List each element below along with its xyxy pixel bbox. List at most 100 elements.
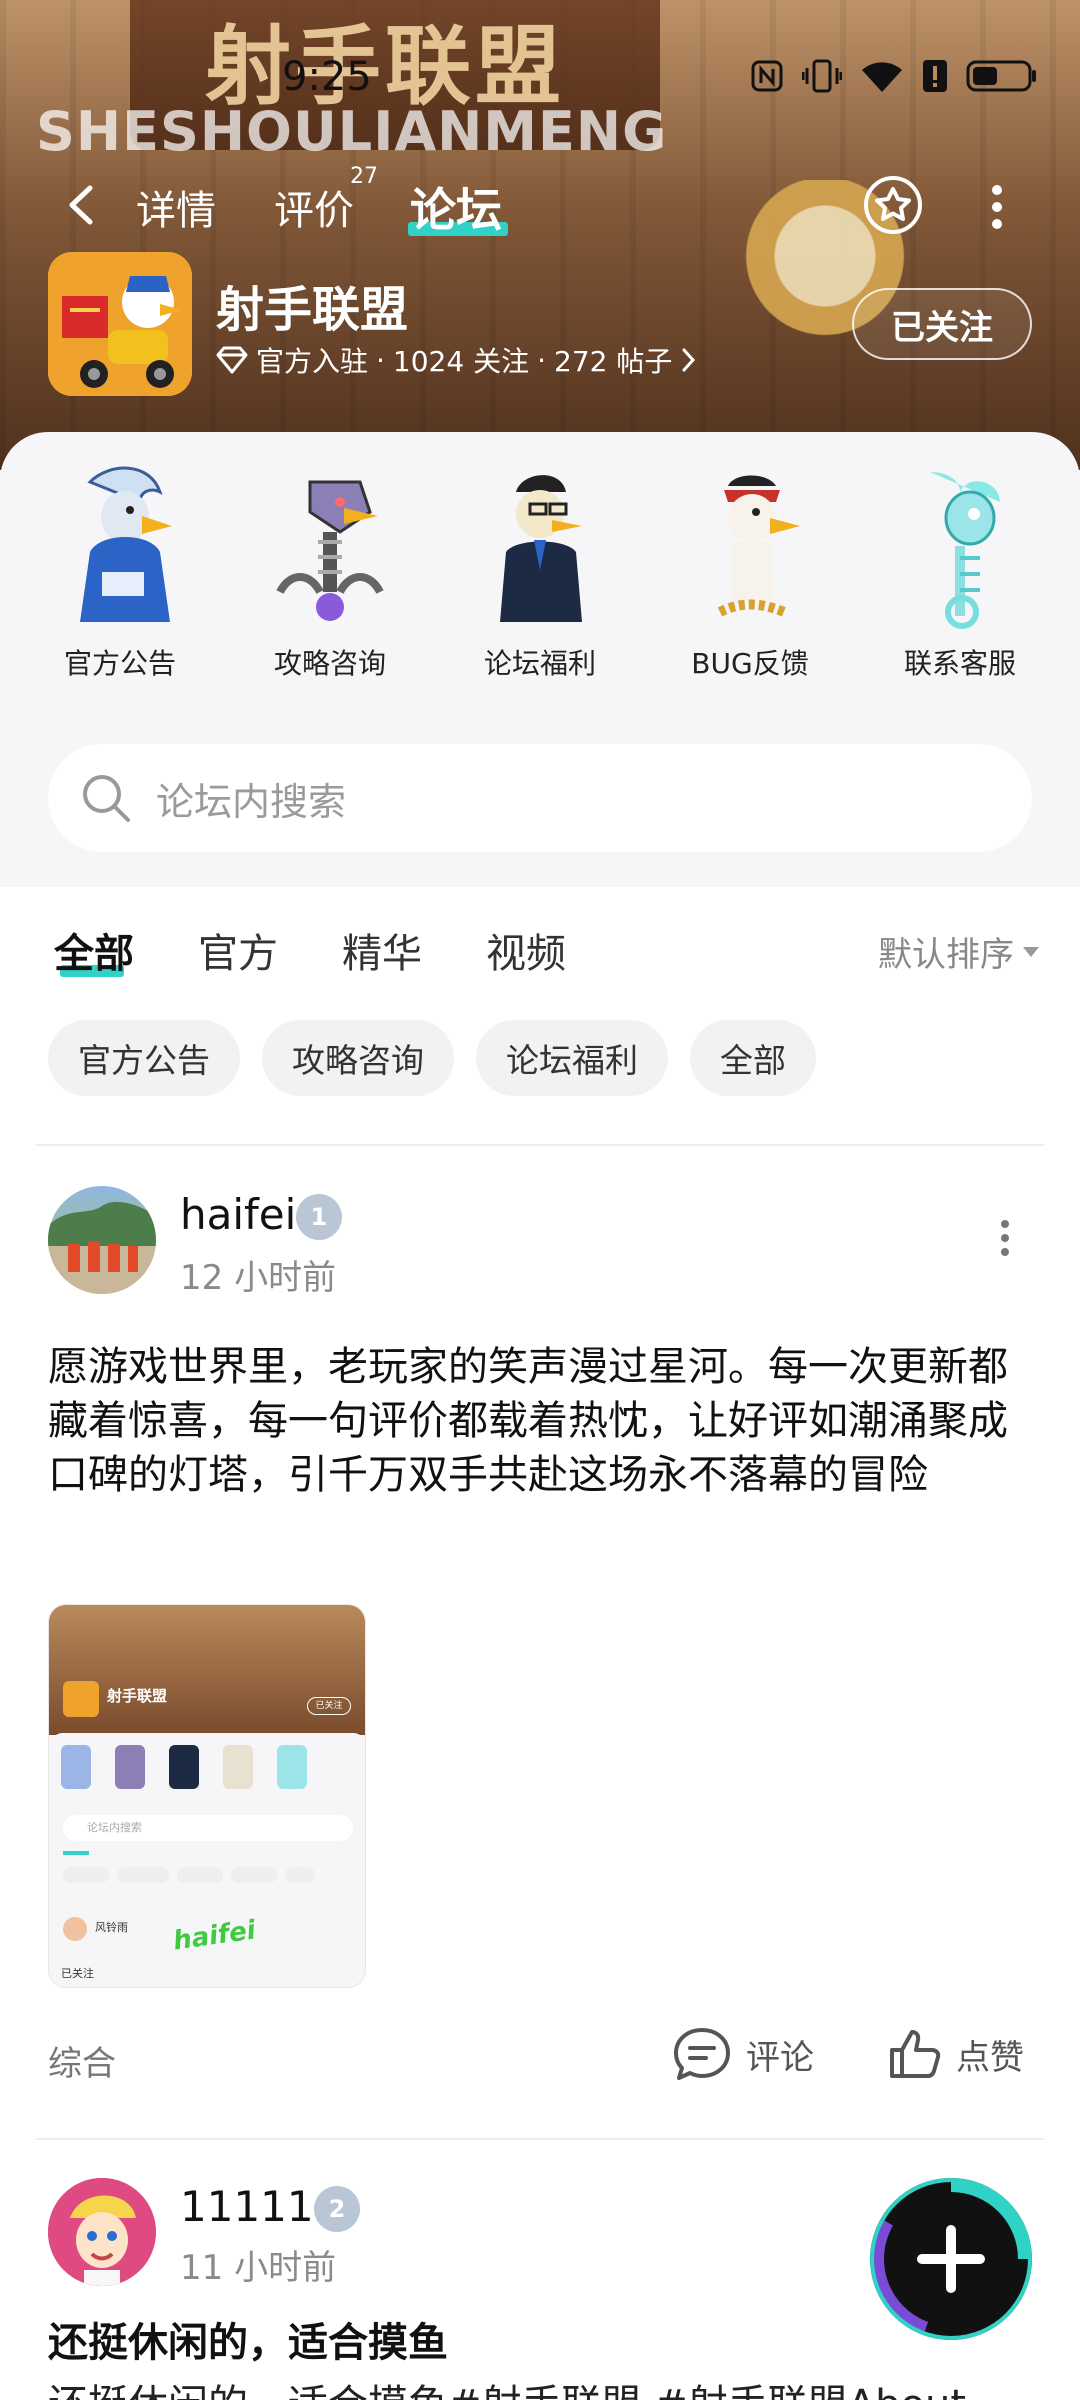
tab-details[interactable]: 详情 <box>136 178 216 236</box>
reviews-count-badge: 27 <box>350 164 378 189</box>
category-label: 攻略咨询 <box>273 647 386 680</box>
thumb-title: 射手联盟 <box>107 1687 168 1705</box>
status-time: 9:25 <box>282 54 372 100</box>
post-timestamp: 11 小时前 <box>180 2248 337 2288</box>
user-level-number: 2 <box>328 2195 346 2223</box>
category-row: 官方公告 攻略咨询 论坛福利 BUG反馈 联系客服 <box>0 462 1080 702</box>
user-level-badge: 1 <box>296 1194 342 1240</box>
back-button[interactable] <box>58 180 108 230</box>
category-label: 官方公告 <box>63 647 176 680</box>
like-label: 点赞 <box>956 2037 1024 2078</box>
tab-forum[interactable]: 论坛 <box>410 174 502 240</box>
more-vertical-icon <box>1001 1220 1009 1256</box>
forum-meta[interactable]: 官方入驻 · 1024 关注 · 272 帖子 <box>216 340 698 380</box>
category-bug-report[interactable]: BUG反馈 <box>660 462 840 682</box>
filter-tab-all[interactable]: 全部 <box>54 921 134 979</box>
chip-benefits[interactable]: 论坛福利 <box>476 1020 668 1096</box>
forum-title: 射手联盟 <box>216 282 409 338</box>
official-label: 官方入驻 <box>256 345 369 378</box>
category-label: BUG反馈 <box>691 647 809 680</box>
vibrate-icon <box>802 58 842 94</box>
divider <box>36 1144 1044 1146</box>
dot-separator: · <box>376 343 385 377</box>
chip-all[interactable]: 全部 <box>690 1020 816 1096</box>
sort-dropdown[interactable]: 默认排序 <box>878 927 1040 976</box>
post-author-name[interactable]: haifei <box>180 1190 296 1239</box>
divider <box>36 2138 1044 2140</box>
posts-count: 272 帖子 <box>554 345 673 378</box>
battery-icon <box>966 58 1038 94</box>
comment-button[interactable]: 评论 <box>672 2026 814 2082</box>
dot-separator: · <box>537 343 546 377</box>
status-bar: 9:25 <box>0 48 1080 108</box>
thumb-logo <box>63 1681 99 1717</box>
caret-down-icon <box>1023 946 1039 957</box>
post-title[interactable]: 还挺休闲的，适合摸鱼 <box>48 2316 1032 2370</box>
filter-tab-official[interactable]: 官方 <box>198 921 278 979</box>
comment-icon <box>674 2028 730 2080</box>
post-image-thumbnail[interactable]: 射手联盟 已关注 论坛内搜索 风铃雨 haifei 已关注 <box>48 1604 366 1988</box>
category-customer-service[interactable]: 联系客服 <box>870 462 1050 682</box>
search-placeholder: 论坛内搜索 <box>156 779 347 824</box>
guide-robot-character-icon <box>260 462 400 632</box>
like-button[interactable]: 点赞 <box>886 2026 1024 2082</box>
post-author-avatar[interactable] <box>48 2178 156 2286</box>
favorite-button[interactable] <box>860 172 926 238</box>
user-level-number: 1 <box>310 1203 328 1231</box>
chevron-right-icon <box>682 348 696 372</box>
star-icon <box>864 176 922 234</box>
diamond-icon <box>216 346 248 374</box>
thumb-categories <box>61 1745 307 1789</box>
game-watermark: SHESHOULIANMENG <box>36 100 668 163</box>
search-icon <box>83 775 130 822</box>
create-post-button[interactable] <box>870 2178 1032 2340</box>
customer-service-character-icon <box>890 462 1030 632</box>
thumb-search: 论坛内搜索 <box>63 1815 353 1841</box>
thumb-caption: 已关注 <box>61 1967 94 1980</box>
category-announcements[interactable]: 官方公告 <box>30 462 210 682</box>
sim-alert-icon <box>922 58 948 94</box>
chip-announcements[interactable]: 官方公告 <box>48 1020 240 1096</box>
user-level-badge: 2 <box>314 2186 360 2232</box>
filter-tab-featured[interactable]: 精华 <box>342 921 422 979</box>
category-label: 论坛福利 <box>483 647 596 680</box>
top-navigation: 详情 评价 27 论坛 <box>0 164 1080 248</box>
category-benefits[interactable]: 论坛福利 <box>450 462 630 682</box>
plus-icon <box>917 2225 985 2293</box>
more-vertical-icon <box>992 185 1002 229</box>
game-logo-icon <box>48 252 192 396</box>
filter-tabs: 全部 官方 精华 视频 默认排序 <box>0 887 1080 997</box>
announcement-character-icon <box>50 462 190 632</box>
thumb-username: 风铃雨 <box>95 1921 128 1934</box>
sort-label: 默认排序 <box>878 935 1014 975</box>
thumb-follow: 已关注 <box>307 1697 351 1715</box>
category-chips: 官方公告 攻略咨询 论坛福利 全部 <box>48 1020 816 1096</box>
category-label: 联系客服 <box>903 647 1016 680</box>
post-category-tag[interactable]: 综合 <box>48 2036 116 2085</box>
filter-tab-video[interactable]: 视频 <box>486 921 566 979</box>
nfc-icon <box>750 58 784 94</box>
followed-button[interactable]: 已关注 <box>852 288 1032 360</box>
bug-report-character-icon <box>680 462 820 632</box>
tab-reviews[interactable]: 评价 <box>274 178 354 236</box>
category-guides[interactable]: 攻略咨询 <box>240 462 420 682</box>
post-more-button[interactable] <box>1000 1218 1010 1258</box>
chip-guides[interactable]: 攻略咨询 <box>262 1020 454 1096</box>
followers-count: 1024 关注 <box>392 345 530 378</box>
thumb-avatar <box>63 1917 87 1941</box>
post-timestamp: 12 小时前 <box>180 1258 337 1298</box>
post-content[interactable]: 愿游戏世界里，老玩家的笑声漫过星河。每一次更新都藏着惊喜，每一句评价都载着热忱，… <box>48 1340 1032 1502</box>
more-options-button[interactable] <box>990 182 1004 232</box>
thumbs-up-icon <box>890 2030 941 2078</box>
post-author-avatar[interactable] <box>48 1186 156 1294</box>
post-author-name[interactable]: 11111 <box>180 2182 314 2231</box>
comment-label: 评论 <box>746 2037 814 2078</box>
thumb-tab-indicator <box>63 1851 89 1855</box>
wifi-icon <box>860 58 904 94</box>
thumb-chips <box>63 1867 315 1883</box>
forum-panel: 官方公告 攻略咨询 论坛福利 BUG反馈 联系客服 论坛内搜索 <box>0 432 1080 887</box>
chevron-left-icon <box>69 185 93 225</box>
forum-logo[interactable] <box>48 252 192 396</box>
forum-search-bar[interactable]: 论坛内搜索 <box>48 744 1032 852</box>
post-content[interactable]: 还挺休闲的，适合摸鱼#射手联盟 #射手联盟About <box>48 2378 1032 2400</box>
